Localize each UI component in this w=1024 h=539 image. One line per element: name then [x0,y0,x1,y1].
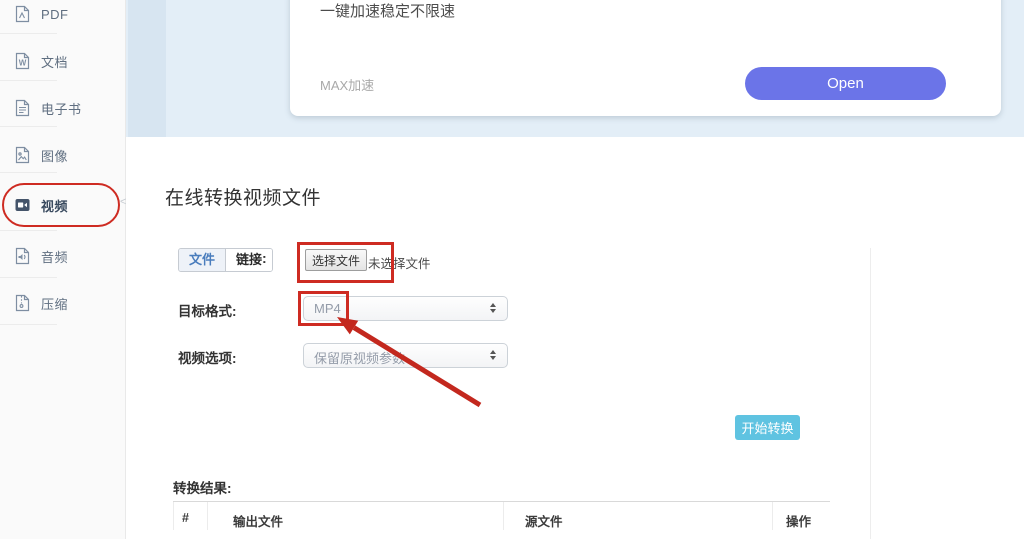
sidebar-divider [0,126,57,127]
table-header-index: # [173,502,207,530]
ebook-file-icon [14,99,31,117]
video-options-value: 保留原视频参数 [314,348,405,367]
results-table: # 输出文件 源文件 操作 [173,501,830,530]
sidebar-item-ebook[interactable]: 电子书 [0,85,125,131]
sidebar-item-label: 文档 [41,52,68,71]
banner-carousel-strip [128,0,166,137]
sidebar-divider [0,33,57,34]
sidebar-item-label: 图像 [41,146,68,165]
sidebar-divider [0,80,57,81]
image-file-icon [14,146,31,164]
target-format-label: 目标格式: [178,300,237,320]
sidebar-item-label: PDF [41,7,69,22]
sidebar-item-pdf[interactable]: PDF [0,0,125,37]
select-spinner-icon [490,303,496,313]
pdf-file-icon [14,5,31,23]
results-label: 转换结果: [173,477,232,497]
source-type-toggle: 文件 链接 [178,248,273,272]
svg-text:W: W [19,59,27,68]
target-format-select[interactable]: MP4 [303,296,508,321]
word-file-icon: W [14,52,31,70]
sidebar-divider [0,277,57,278]
table-header-source: 源文件 [503,502,772,530]
promo-product-name: MAX加速 [320,75,374,94]
sidebar-item-compress[interactable]: 压缩 [0,280,125,326]
tab-file[interactable]: 文件 [179,249,226,271]
sidebar-item-label: 视频 [41,196,68,215]
table-header-output: 输出文件 [207,502,503,530]
select-spinner-icon [490,350,496,360]
sidebar-divider [0,172,57,173]
sidebar-item-doc[interactable]: W 文档 [0,38,125,84]
promo-banner: 一键加速稳定不限速 MAX加速 Open [126,0,1024,137]
sidebar-collapse-chevron-icon[interactable]: < [120,196,126,208]
promo-headline: 一键加速稳定不限速 [320,0,455,21]
sidebar-item-label: 压缩 [41,294,68,313]
target-format-value: MP4 [314,301,341,316]
page-title: 在线转换视频文件 [165,183,321,210]
sidebar-item-audio[interactable]: 音频 [0,233,125,279]
video-options-select[interactable]: 保留原视频参数 [303,343,508,368]
promo-card: 一键加速稳定不限速 MAX加速 Open [290,0,1001,116]
choose-file-button[interactable]: 选择文件 [305,249,367,271]
app-screen: PDF W 文档 电子书 [0,0,1024,539]
content-right-divider [870,248,871,539]
open-button[interactable]: Open [745,67,946,100]
table-header-action: 操作 [772,502,830,530]
sidebar-item-video[interactable]: 视频 [0,182,125,228]
toggle-colon: : [262,250,267,266]
sidebar-divider [0,324,57,325]
video-file-icon [14,196,31,214]
sidebar-item-label: 音频 [41,247,68,266]
sidebar-divider [0,230,57,231]
zip-file-icon [14,294,31,312]
audio-file-icon [14,247,31,265]
video-options-label: 视频选项: [178,347,237,367]
file-status-text: 未选择文件 [368,253,431,272]
sidebar-item-label: 电子书 [41,99,82,118]
start-convert-button[interactable]: 开始转换 [735,415,800,440]
sidebar: PDF W 文档 电子书 [0,0,126,539]
